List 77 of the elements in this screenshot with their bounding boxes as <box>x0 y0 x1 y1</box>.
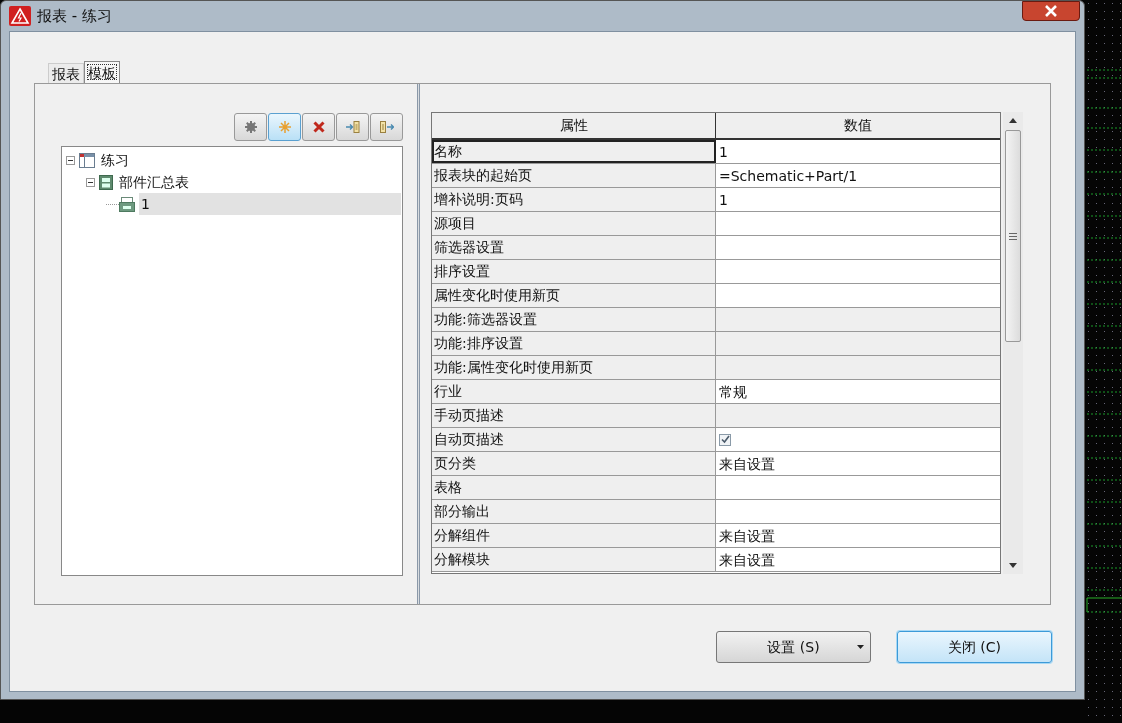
tray-icon <box>119 196 135 212</box>
property-name-cell[interactable]: 增补说明:页码 <box>432 188 716 211</box>
caret-icon <box>857 645 864 649</box>
property-row[interactable]: 部分输出 <box>432 500 1000 524</box>
value-text: 来自设置 <box>719 526 775 546</box>
toolbar-button[interactable] <box>302 113 335 141</box>
property-name-cell[interactable]: 分解组件 <box>432 524 716 547</box>
property-row[interactable]: 属性变化时使用新页 <box>432 284 1000 308</box>
expander-icon[interactable] <box>86 177 95 187</box>
checkbox[interactable] <box>719 433 731 446</box>
value-text: 来自设置 <box>719 454 775 474</box>
expander-icon[interactable] <box>66 155 75 165</box>
dropdown-button[interactable]: 设置 (S) <box>716 631 871 663</box>
tab[interactable]: 报表 <box>48 63 84 83</box>
scroll-up-icon[interactable] <box>1009 118 1017 123</box>
property-name-cell[interactable]: 部分输出 <box>432 500 716 523</box>
property-row[interactable]: 功能:属性变化时使用新页 <box>432 356 1000 380</box>
property-row[interactable]: 分解组件 来自设置 <box>432 524 1000 548</box>
list-icon <box>99 174 113 190</box>
property-row[interactable]: 功能:筛选器设置 <box>432 308 1000 332</box>
property-name-cell[interactable]: 行业 <box>432 380 716 403</box>
property-name-cell[interactable]: 功能:属性变化时使用新页 <box>432 356 716 379</box>
warning-triangle-icon <box>9 6 31 26</box>
toolbar-button[interactable] <box>268 113 301 141</box>
toolbar-button[interactable] <box>370 113 403 141</box>
value-text: 来自设置 <box>719 550 775 570</box>
property-name-cell[interactable]: 名称 <box>432 140 716 163</box>
property-name-cell[interactable]: 源项目 <box>432 212 716 235</box>
arrow-into-column-icon <box>345 121 360 133</box>
toolbar-button[interactable] <box>234 113 267 141</box>
property-row[interactable]: 自动页描述 <box>432 428 1000 452</box>
property-name-cell[interactable]: 分解模块 <box>432 548 716 571</box>
property-row[interactable]: 报表块的起始页 =Schematic+Part/1 <box>432 164 1000 188</box>
property-name-cell[interactable]: 排序设置 <box>432 260 716 283</box>
property-row[interactable]: 排序设置 <box>432 260 1000 284</box>
scroll-thumb[interactable] <box>1005 130 1021 342</box>
property-row[interactable]: 筛选器设置 <box>432 236 1000 260</box>
scrollbar[interactable] <box>1003 112 1023 574</box>
arrow-out-of-column-icon <box>379 121 394 133</box>
property-name-cell[interactable]: 筛选器设置 <box>432 236 716 259</box>
value-text: 1 <box>719 190 728 210</box>
sparkle-icon <box>278 121 291 133</box>
tab[interactable]: 模板 <box>84 61 120 83</box>
window-title: 报表 - 练习 <box>37 5 112 27</box>
dialog-button[interactable]: 关闭 (C) <box>897 631 1052 663</box>
property-row[interactable]: 增补说明:页码 1 <box>432 188 1000 212</box>
column-header[interactable]: 属性 <box>432 113 716 140</box>
property-row[interactable]: 源项目 <box>432 212 1000 236</box>
property-row[interactable]: 名称 1 <box>432 140 1000 164</box>
column-header[interactable]: 数值 <box>716 113 1000 140</box>
tree-item[interactable]: 1 <box>139 193 401 215</box>
property-name-cell[interactable]: 页分类 <box>432 452 716 475</box>
property-name-cell[interactable]: 表格 <box>432 476 716 499</box>
scroll-down-icon[interactable] <box>1009 563 1017 568</box>
toolbar-button[interactable] <box>336 113 369 141</box>
property-row[interactable]: 功能:排序设置 <box>432 332 1000 356</box>
delete-icon <box>312 121 325 133</box>
property-row[interactable]: 表格 <box>432 476 1000 500</box>
property-row[interactable]: 分解模块 来自设置 <box>432 548 1000 572</box>
close-icon <box>1044 5 1058 17</box>
property-name-cell[interactable]: 自动页描述 <box>432 428 716 451</box>
value-text: 1 <box>719 142 728 162</box>
value-text: =Schematic+Part/1 <box>719 166 858 186</box>
property-name-cell[interactable]: 功能:排序设置 <box>432 332 716 355</box>
window-icon <box>79 152 95 168</box>
gear-icon <box>244 121 257 133</box>
property-row[interactable]: 行业 常规 <box>432 380 1000 404</box>
property-name-cell[interactable]: 功能:筛选器设置 <box>432 308 716 331</box>
tree-item[interactable]: 练习 <box>99 149 401 171</box>
tree-item[interactable]: 部件汇总表 <box>117 171 401 193</box>
property-name-cell[interactable]: 报表块的起始页 <box>432 164 716 187</box>
property-name-cell[interactable]: 属性变化时使用新页 <box>432 284 716 307</box>
close-button[interactable] <box>1022 1 1080 21</box>
property-name-cell[interactable]: 手动页描述 <box>432 404 716 427</box>
value-text: 常规 <box>719 382 747 402</box>
property-row[interactable]: 页分类 来自设置 <box>432 452 1000 476</box>
property-row[interactable]: 手动页描述 <box>432 404 1000 428</box>
